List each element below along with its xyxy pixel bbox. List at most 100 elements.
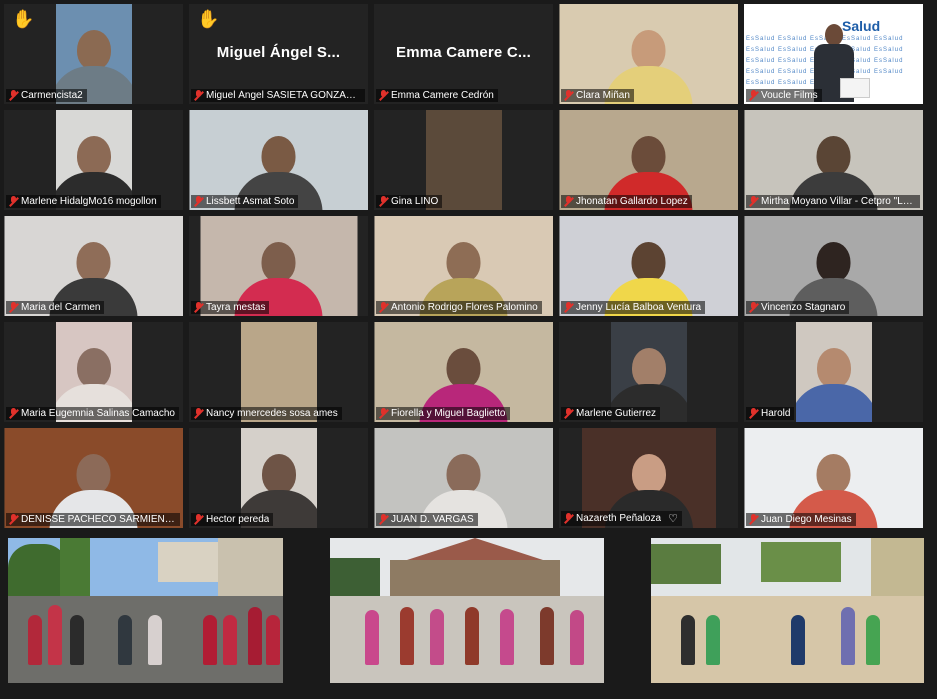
participant-tile[interactable]: Maria del Carmen: [4, 216, 183, 316]
participant-tile[interactable]: JUAN D. VARGAS: [374, 428, 553, 528]
muted-microphone-icon: [194, 408, 203, 419]
participant-display-title: Emma Camere C...: [396, 44, 531, 61]
participant-tile[interactable]: Maria Eugemnia Salinas Camacho: [4, 322, 183, 422]
muted-microphone-icon: [564, 408, 573, 419]
shared-video-strip: [8, 538, 924, 683]
participant-tile[interactable]: Miguel Ángel S... ✋ Miguel Ángel SASIETA G…: [189, 4, 368, 104]
participant-name: Nancy mnercedes sosa ames: [206, 408, 338, 419]
participant-tile[interactable]: Lissbett Asmat Soto: [189, 110, 368, 210]
participant-name-label: Nazareth Peñaloza ♡: [561, 511, 682, 526]
video-scene-square: [651, 538, 924, 683]
muted-microphone-icon: [194, 514, 203, 525]
participant-name: Maria del Carmen: [21, 302, 101, 313]
muted-microphone-icon: [9, 302, 18, 313]
heart-icon: ♡: [668, 513, 678, 525]
muted-microphone-icon: [749, 196, 758, 207]
participant-name: Carmencista2: [21, 90, 83, 101]
participant-tile[interactable]: Juan Diego Mesinas: [744, 428, 923, 528]
muted-microphone-icon: [379, 408, 388, 419]
participant-name: Antonio Rodrigo Flores Palomino: [391, 302, 538, 313]
participant-tile[interactable]: Nazareth Peñaloza ♡: [559, 428, 738, 528]
participant-name-label: Maria del Carmen: [6, 301, 105, 314]
participant-tile[interactable]: Jenny Lucía Balboa Ventura: [559, 216, 738, 316]
participant-name: Tayra mestas: [206, 302, 266, 313]
participant-tile[interactable]: Salud EsSalud EsSalud EsSalud EsSalud EsS…: [744, 4, 923, 104]
participant-name: Emma Camere Cedrón: [391, 90, 494, 101]
muted-microphone-icon: [379, 302, 388, 313]
muted-microphone-icon: [379, 90, 388, 101]
participant-name: Harold: [761, 408, 791, 419]
participant-tile[interactable]: Hector pereda: [189, 428, 368, 528]
participant-video: [795, 322, 872, 422]
participant-name: Gina LINO: [391, 196, 439, 207]
participant-name-label: Hector pereda: [191, 513, 274, 526]
participant-name: Miguel Ángel SASIETA GONZALEZ: [206, 90, 361, 101]
muted-microphone-icon: [9, 90, 18, 101]
participant-tile[interactable]: Marlene Gutierrez: [559, 322, 738, 422]
participant-tile[interactable]: Mirtha Moyano Villar - Cetpro "Lo...: [744, 110, 923, 210]
participant-name: JUAN D. VARGAS: [391, 514, 474, 525]
participant-name: Fiorella y Miguel Baglietto: [391, 408, 506, 419]
participant-tile[interactable]: Tayra mestas: [189, 216, 368, 316]
participant-name: Jenny Lucía Balboa Ventura: [576, 302, 702, 313]
participant-tile[interactable]: ✋ Carmencista2: [4, 4, 183, 104]
participant-tile[interactable]: Harold: [744, 322, 923, 422]
participant-name-label: Vincenzo Stagnaro: [746, 301, 850, 314]
participant-name-label: Fiorella y Miguel Baglietto: [376, 407, 510, 420]
participant-grid: ✋ Carmencista2 Miguel Ángel S... ✋ Miguel Án…: [4, 4, 929, 528]
participant-name-label: JUAN D. VARGAS: [376, 513, 478, 526]
participant-tile[interactable]: Gina LINO: [374, 110, 553, 210]
muted-microphone-icon: [9, 408, 18, 419]
muted-microphone-icon: [9, 196, 18, 207]
participant-name: Lissbett Asmat Soto: [206, 196, 295, 207]
muted-microphone-icon: [379, 514, 388, 525]
muted-microphone-icon: [749, 302, 758, 313]
participant-name-label: Jhonatan Gallardo Lopez: [561, 195, 692, 208]
participant-name: Nazareth Peñaloza: [576, 513, 662, 524]
muted-microphone-icon: [379, 196, 388, 207]
participant-tile[interactable]: Antonio Rodrigo Flores Palomino: [374, 216, 553, 316]
participant-name-label: Tayra mestas: [191, 301, 270, 314]
participant-name: Clara Miñan: [576, 90, 630, 101]
participant-name-label: Nancy mnercedes sosa ames: [191, 407, 342, 420]
participant-name-label: Maria Eugemnia Salinas Camacho: [6, 407, 179, 420]
participant-display-title: Miguel Ángel S...: [216, 44, 341, 61]
participant-silhouette: [795, 348, 872, 422]
muted-microphone-icon: [9, 514, 18, 525]
participant-name-label: Clara Miñan: [561, 89, 634, 102]
participant-tile[interactable]: Marlene HidalgMo16 mogollon: [4, 110, 183, 210]
participant-tile[interactable]: Fiorella y Miguel Baglietto: [374, 322, 553, 422]
participant-name-label: Mirtha Moyano Villar - Cetpro "Lo...: [746, 195, 920, 208]
video-scene-plaza: [8, 538, 283, 683]
participant-name: Juan Diego Mesinas: [761, 514, 852, 525]
participant-tile[interactable]: Emma Camere C... Emma Camere Cedrón: [374, 4, 553, 104]
participant-tile[interactable]: Nancy mnercedes sosa ames: [189, 322, 368, 422]
participant-name-label: Marlene Gutierrez: [561, 407, 661, 420]
raised-hand-icon: ✋: [12, 9, 35, 29]
participant-name: Maria Eugemnia Salinas Camacho: [21, 408, 175, 419]
video-scene-dancers: [330, 538, 604, 683]
participant-name-label: Marlene HidalgMo16 mogollon: [6, 195, 161, 208]
participant-tile[interactable]: Vincenzo Stagnaro: [744, 216, 923, 316]
participant-name-label: Voucle Films: [746, 89, 822, 102]
podium: [840, 78, 870, 98]
muted-microphone-icon: [749, 408, 758, 419]
muted-microphone-icon: [749, 514, 758, 525]
participant-tile[interactable]: Jhonatan Gallardo Lopez: [559, 110, 738, 210]
participant-name: Hector pereda: [206, 514, 270, 525]
participant-name: Vincenzo Stagnaro: [761, 302, 846, 313]
participant-tile[interactable]: DENISSE PACHECO SARMIENTO: [4, 428, 183, 528]
participant-name: Voucle Films: [761, 90, 818, 101]
participant-name-label: Miguel Ángel SASIETA GONZALEZ: [191, 89, 365, 102]
participant-name-label: Jenny Lucía Balboa Ventura: [561, 301, 706, 314]
participant-name: Jhonatan Gallardo Lopez: [576, 196, 688, 207]
participant-name-label: Antonio Rodrigo Flores Palomino: [376, 301, 542, 314]
muted-microphone-icon: [564, 90, 573, 101]
participant-tile[interactable]: Clara Miñan: [559, 4, 738, 104]
participant-name-label: DENISSE PACHECO SARMIENTO: [6, 513, 180, 526]
participant-name-label: Gina LINO: [376, 195, 443, 208]
muted-microphone-icon: [194, 196, 203, 207]
participant-name-label: Emma Camere Cedrón: [376, 89, 498, 102]
muted-microphone-icon: [564, 302, 573, 313]
muted-microphone-icon: [564, 196, 573, 207]
